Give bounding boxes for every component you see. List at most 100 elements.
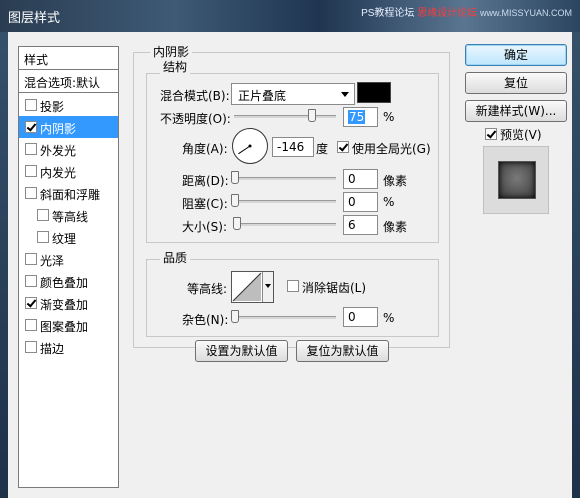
style-item-label: 等高线 (52, 210, 89, 224)
style-item[interactable]: 内发光 (19, 160, 118, 182)
style-item[interactable]: 描边 (19, 336, 118, 358)
style-item-label: 颜色叠加 (40, 276, 89, 290)
preview-thumbnail (483, 146, 549, 214)
choke-input[interactable]: 0 (343, 192, 378, 212)
opacity-input[interactable]: 75 (343, 107, 378, 127)
style-item[interactable]: 投影 (19, 94, 118, 116)
contour-preview-icon (232, 272, 262, 302)
distance-slider-thumb[interactable] (231, 171, 239, 184)
style-item-label: 光泽 (40, 254, 65, 268)
set-default-button[interactable]: 设置为默认值 (195, 340, 288, 362)
style-item-checkbox[interactable] (25, 319, 37, 331)
size-slider-thumb[interactable] (233, 217, 242, 230)
chevron-down-icon (265, 284, 271, 288)
opacity-unit: % (383, 110, 395, 124)
contour-picker[interactable] (231, 271, 274, 303)
choke-slider-thumb[interactable] (231, 194, 239, 207)
blend-options-label: 混合选项:默认 (24, 76, 101, 90)
watermark-url: www.MISSYUAN.COM (479, 8, 572, 18)
style-item-checkbox[interactable] (37, 209, 49, 221)
new-style-button[interactable]: 新建样式(W)... (465, 100, 567, 122)
preview-checkbox[interactable] (485, 128, 497, 140)
style-item[interactable]: 光泽 (19, 248, 118, 270)
style-item[interactable]: 纹理 (19, 226, 118, 248)
reset-default-label: 复位为默认值 (306, 344, 379, 358)
style-item-label: 外发光 (40, 144, 77, 158)
size-unit: 像素 (383, 220, 408, 234)
new-style-label: 新建样式(W)... (475, 104, 557, 118)
style-item-checkbox[interactable] (25, 165, 37, 177)
distance-unit: 像素 (383, 174, 408, 188)
style-item-label: 描边 (40, 342, 65, 356)
style-item-checkbox[interactable] (25, 297, 37, 309)
blend-mode-select[interactable]: 正片叠底 (231, 83, 355, 105)
set-default-label: 设置为默认值 (205, 344, 278, 358)
choke-unit: % (383, 195, 395, 209)
style-item-label: 渐变叠加 (40, 298, 89, 312)
style-item[interactable]: 图案叠加 (19, 314, 118, 336)
ok-button[interactable]: 确定 (465, 44, 567, 66)
global-light-checkbox[interactable] (337, 141, 349, 153)
noise-input[interactable]: 0 (343, 307, 378, 327)
styles-header[interactable]: 样式 (19, 47, 118, 70)
style-item[interactable]: 渐变叠加 (19, 292, 118, 314)
size-input[interactable]: 6 (343, 215, 378, 235)
style-item-checkbox[interactable] (37, 231, 49, 243)
opacity-label: 不透明度(O): (160, 112, 231, 126)
preview-label: 预览(V) (500, 128, 542, 142)
choke-value: 0 (348, 195, 356, 209)
shadow-color-swatch[interactable] (357, 82, 391, 103)
angle-label: 角度(A): (182, 142, 228, 156)
choke-label: 阻塞(C): (182, 197, 228, 211)
noise-label: 杂色(N): (182, 313, 229, 327)
window-title: 图层样式 (8, 11, 61, 26)
distance-value: 0 (348, 172, 356, 186)
angle-unit: 度 (316, 142, 329, 156)
style-item-checkbox[interactable] (25, 99, 37, 111)
ok-label: 确定 (503, 48, 528, 62)
size-value: 6 (348, 218, 356, 232)
antialias-checkbox[interactable] (287, 280, 299, 292)
distance-slider-track[interactable] (234, 177, 336, 180)
styles-list: 样式 混合选项:默认 投影内阴影外发光内发光斜面和浮雕等高线纹理光泽颜色叠加渐变… (18, 46, 119, 488)
style-item-checkbox[interactable] (25, 187, 37, 199)
size-slider-track[interactable] (234, 223, 336, 226)
style-item-checkbox[interactable] (25, 121, 37, 133)
reset-label: 复位 (503, 76, 528, 90)
reset-button[interactable]: 复位 (465, 72, 567, 94)
style-item-label: 斜面和浮雕 (40, 188, 101, 202)
style-item-label: 图案叠加 (40, 320, 89, 334)
reset-default-button[interactable]: 复位为默认值 (296, 340, 389, 362)
size-label: 大小(S): (182, 220, 228, 234)
angle-input[interactable]: -146 (272, 137, 314, 157)
style-item-label: 纹理 (52, 232, 77, 246)
quality-title: 品质 (160, 249, 191, 266)
style-item[interactable]: 斜面和浮雕 (19, 182, 118, 204)
style-item-checkbox[interactable] (25, 143, 37, 155)
angle-dial[interactable] (232, 128, 268, 164)
distance-input[interactable]: 0 (343, 169, 378, 189)
style-item-label: 内阴影 (40, 122, 77, 136)
noise-unit: % (383, 311, 395, 325)
contour-dropdown[interactable] (262, 272, 273, 302)
noise-value: 0 (348, 310, 356, 324)
watermark-prefix: PS教程论坛 (361, 8, 415, 19)
noise-slider-thumb[interactable] (231, 310, 239, 323)
style-item[interactable]: 内阴影 (19, 116, 118, 138)
blend-mode-value: 正片叠底 (238, 89, 287, 103)
opacity-slider-track[interactable] (234, 115, 336, 118)
style-item[interactable]: 颜色叠加 (19, 270, 118, 292)
noise-slider-track[interactable] (234, 316, 336, 319)
choke-slider-track[interactable] (234, 200, 336, 203)
contour-label: 等高线: (187, 282, 228, 296)
style-item-checkbox[interactable] (25, 275, 37, 287)
style-item-checkbox[interactable] (25, 341, 37, 353)
style-item[interactable]: 外发光 (19, 138, 118, 160)
style-item-checkbox[interactable] (25, 253, 37, 265)
watermark-brand: 思缘设计论坛 (417, 8, 478, 19)
style-item[interactable]: 等高线 (19, 204, 118, 226)
preview-swatch (498, 161, 536, 199)
blend-options-item[interactable]: 混合选项:默认 (19, 70, 118, 93)
angle-dial-needle (238, 144, 252, 155)
opacity-slider-thumb[interactable] (307, 109, 316, 122)
